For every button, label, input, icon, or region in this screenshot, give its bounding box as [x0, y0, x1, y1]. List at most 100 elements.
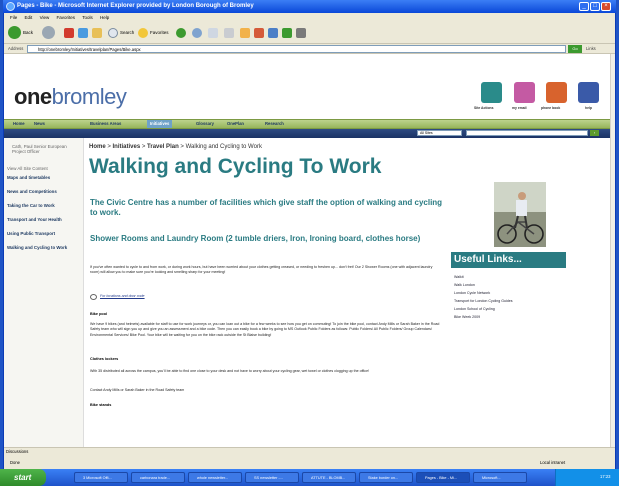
email-icon[interactable]: [514, 82, 535, 103]
nav-research[interactable]: Research: [262, 120, 287, 128]
edit-icon: [240, 27, 250, 38]
nav-glossary[interactable]: Glossary: [193, 120, 217, 128]
search-input[interactable]: [466, 130, 588, 136]
status-bar: [4, 447, 615, 469]
media-button[interactable]: [176, 25, 188, 41]
taskbar-item[interactable]: Microsoft...: [473, 472, 527, 483]
useful-link[interactable]: Walk London: [454, 283, 475, 288]
back-button[interactable]: Back: [8, 25, 33, 41]
help-icon[interactable]: [578, 82, 599, 103]
messenger-button[interactable]: [282, 25, 294, 41]
breadcrumb-travel-plan[interactable]: Travel Plan: [147, 144, 179, 150]
search-go-button[interactable]: ›: [590, 130, 599, 136]
nav-business-areas[interactable]: Business Areas: [87, 120, 124, 128]
minimize-button[interactable]: _: [579, 2, 589, 11]
back-arrow-icon: [8, 26, 21, 40]
menu-tools[interactable]: Tools: [82, 15, 93, 20]
window-title: Pages - Bike - Microsoft Internet Explor…: [3, 0, 616, 13]
taskbar-item[interactable]: carbonara trade...: [131, 472, 185, 483]
mail-button[interactable]: [208, 25, 220, 41]
history-button[interactable]: [192, 25, 204, 41]
refresh-icon: [78, 27, 88, 38]
phone-book-icon[interactable]: [546, 82, 567, 103]
menu-bar: File Edit View Favorites Tools Help: [4, 13, 615, 22]
star-icon: [138, 27, 148, 38]
forward-button[interactable]: [42, 25, 57, 41]
discussions-button[interactable]: Discussions: [6, 449, 28, 454]
my-email-label[interactable]: my email: [512, 106, 527, 110]
taskbar-item-active[interactable]: Pages - Bike - Mi...: [416, 472, 470, 483]
site-actions-icon[interactable]: [481, 82, 502, 103]
maximize-button[interactable]: □: [590, 2, 600, 11]
tools-icon: [296, 27, 306, 38]
sidebar-item-walking-cycling[interactable]: Walking and Cycling to Work: [7, 245, 75, 250]
menu-view[interactable]: View: [40, 15, 50, 20]
menu-favorites[interactable]: Favorites: [57, 15, 76, 20]
useful-link[interactable]: London Cycle Network: [454, 291, 490, 296]
view-all-site-content[interactable]: View All Site Content: [7, 166, 48, 171]
history-icon: [192, 27, 202, 38]
locations-link[interactable]: For locations and door code: [100, 294, 300, 299]
sidebar-item-car[interactable]: Taking the Car to Work: [7, 203, 75, 208]
sidebar-item-maps[interactable]: Maps and timetables: [7, 175, 75, 180]
site-actions-label[interactable]: Site Actions: [474, 106, 493, 110]
nav-home[interactable]: Home: [10, 120, 28, 128]
menu-help[interactable]: Help: [100, 15, 109, 20]
useful-link[interactable]: London School of Cycling: [454, 307, 495, 312]
site-logo[interactable]: onebromley: [14, 84, 127, 110]
vertical-scrollbar[interactable]: [610, 54, 615, 447]
menu-file[interactable]: File: [10, 15, 17, 20]
tools-button[interactable]: [296, 25, 308, 41]
sidebar-item-public-transport[interactable]: Using Public Transport: [7, 231, 75, 236]
breadcrumb-home[interactable]: Home: [89, 144, 106, 150]
forward-arrow-icon: [42, 26, 55, 40]
security-zone: Local intranet: [540, 460, 566, 465]
useful-link[interactable]: Walkit: [454, 275, 464, 280]
breadcrumb-current: Walking and Cycling to Work: [185, 144, 262, 150]
media-icon: [176, 27, 186, 38]
nav-initiatives[interactable]: Initiatives: [147, 120, 173, 128]
taskbar-item[interactable]: whole newsletter...: [188, 472, 242, 483]
print-button[interactable]: [224, 25, 236, 41]
clock: 17:23: [600, 474, 611, 479]
home-button[interactable]: [92, 25, 104, 41]
research-button[interactable]: [268, 25, 280, 41]
taskbar-item[interactable]: SS newsletter -...: [245, 472, 299, 483]
search-button[interactable]: Search: [108, 25, 134, 41]
search-icon: [108, 27, 118, 38]
start-button[interactable]: start: [0, 469, 46, 486]
breadcrumb-initiatives[interactable]: Initiatives: [113, 144, 141, 150]
sidebar-item-health[interactable]: Transport and Your Health: [7, 217, 77, 222]
discuss-button[interactable]: [254, 25, 266, 41]
close-button[interactable]: ×: [601, 2, 611, 11]
useful-link[interactable]: Transport for London Cycling Guides: [454, 299, 513, 304]
intro-text: The Civic Centre has a number of facilit…: [90, 198, 443, 217]
shower-paragraph: If you've often wanted to cycle to and f…: [90, 265, 433, 275]
cyclist-photo: [494, 182, 546, 247]
sidebar-item-news[interactable]: News and Competitions: [7, 189, 75, 194]
map-icon: [90, 294, 97, 300]
address-input[interactable]: http://onebromley/Initiatives/travelplan…: [27, 45, 566, 53]
taskbar-item[interactable]: 3 Microsoft Offi...: [74, 472, 128, 483]
help-label[interactable]: help: [585, 106, 592, 110]
page-title: Walking and Cycling To Work: [89, 155, 382, 178]
nav-oneplan[interactable]: OnePlan: [224, 120, 247, 128]
favorites-button[interactable]: Favorites: [138, 25, 169, 41]
taskbar-item[interactable]: ATTUTE - BLOMB...: [302, 472, 356, 483]
stop-button[interactable]: [64, 25, 76, 41]
phone-book-label[interactable]: phone book: [541, 106, 560, 110]
useful-link[interactable]: Bike Week 2009: [454, 315, 480, 320]
nav-news[interactable]: News: [31, 120, 48, 128]
edit-button[interactable]: [240, 25, 252, 41]
discuss-icon: [254, 27, 264, 38]
menu-edit[interactable]: Edit: [25, 15, 33, 20]
links-label[interactable]: Links: [586, 46, 596, 51]
home-icon: [92, 27, 102, 38]
stop-icon: [64, 27, 74, 38]
mail-icon: [208, 27, 218, 38]
go-button[interactable]: Go: [568, 45, 582, 53]
refresh-button[interactable]: [78, 25, 90, 41]
taskbar-item[interactable]: Stake border on...: [359, 472, 413, 483]
search-scope-select[interactable]: All Sites: [417, 130, 462, 136]
address-label: Address: [8, 46, 24, 51]
